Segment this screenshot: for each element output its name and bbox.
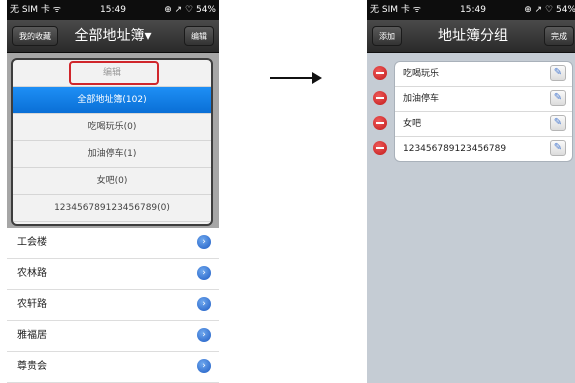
group-row[interactable]: 加油停车 ✎ (395, 87, 572, 112)
arrow-shaft (270, 77, 314, 79)
list-item[interactable]: 农轩路 › (7, 290, 219, 321)
dropdown-option[interactable]: 123456789123456789(0) (13, 195, 211, 222)
group-row[interactable]: 吃喝玩乐 ✎ (395, 62, 572, 87)
done-button[interactable]: 完成 (544, 26, 574, 46)
highlight-box (69, 61, 159, 85)
address-book-selector[interactable]: 全部地址簿▾ (47, 20, 179, 52)
minus-circle-icon[interactable] (373, 91, 387, 105)
list-item[interactable]: 尊贵会 › (7, 352, 219, 383)
phone-screen-left: 无 SIM 卡 ᯤ 15:49 ⊕ ↗ ♡ 54% 我的收藏 全部地址簿▾ 编辑… (7, 0, 219, 383)
group-row[interactable]: 123456789123456789 ✎ (395, 137, 572, 161)
list-item-label: 尊贵会 (17, 361, 47, 372)
pencil-icon[interactable]: ✎ (550, 65, 566, 81)
pencil-icon[interactable]: ✎ (550, 140, 566, 156)
dropdown-option-selected[interactable]: 全部地址簿(102) (13, 87, 211, 114)
navigation-bar: 添加 地址簿分组 完成 (367, 20, 575, 53)
group-list: 吃喝玩乐 ✎ 加油停车 ✎ 女吧 ✎ 123456789123456789 ✎ (394, 61, 573, 162)
chevron-right-icon[interactable]: › (197, 297, 211, 311)
list-item-label: 农林路 (17, 268, 47, 279)
dropdown-option[interactable]: 女吧(0) (13, 168, 211, 195)
arrow-right-icon (270, 72, 322, 84)
chevron-right-icon[interactable]: › (197, 359, 211, 373)
navigation-bar: 我的收藏 全部地址簿▾ 编辑 (7, 20, 219, 53)
list-item-label: 农轩路 (17, 299, 47, 310)
address-list: 工会楼 › 农林路 › 农轩路 › 雅福居 › 尊贵会 › (7, 228, 219, 383)
phone-screen-right: 无 SIM 卡 ᯤ 15:49 ⊕ ↗ ♡ 54% 添加 地址簿分组 完成 吃喝… (367, 0, 575, 383)
group-row[interactable]: 女吧 ✎ (395, 112, 572, 137)
pencil-icon[interactable]: ✎ (550, 90, 566, 106)
page-title: 地址簿分组 (438, 28, 508, 44)
list-item[interactable]: 雅福居 › (7, 321, 219, 352)
add-button[interactable]: 添加 (372, 26, 402, 46)
list-item-label: 雅福居 (17, 330, 47, 341)
list-item[interactable]: 工会楼 › (7, 228, 219, 259)
list-item-label: 工会楼 (17, 237, 47, 248)
chevron-right-icon[interactable]: › (197, 328, 211, 342)
edit-button[interactable]: 编辑 (184, 26, 214, 46)
status-icons: ⊕ ↗ ♡ 54% (524, 5, 575, 15)
status-bar: 无 SIM 卡 ᯤ 15:49 ⊕ ↗ ♡ 54% (7, 0, 219, 20)
list-item[interactable]: 农林路 › (7, 259, 219, 290)
status-icons: ⊕ ↗ ♡ 54% (164, 5, 216, 15)
arrow-head (312, 72, 322, 84)
group-label: 加油停车 (403, 94, 440, 104)
group-label: 女吧 (403, 119, 422, 129)
minus-circle-icon[interactable] (373, 66, 387, 80)
group-label: 吃喝玩乐 (403, 69, 440, 79)
pencil-icon[interactable]: ✎ (550, 115, 566, 131)
chevron-right-icon[interactable]: › (197, 235, 211, 249)
group-label: 123456789123456789 (403, 144, 507, 154)
dropdown-option[interactable]: 吃喝玩乐(0) (13, 114, 211, 141)
status-bar: 无 SIM 卡 ᯤ 15:49 ⊕ ↗ ♡ 54% (367, 0, 575, 20)
dropdown-option[interactable]: 加油停车(1) (13, 141, 211, 168)
chevron-right-icon[interactable]: › (197, 266, 211, 280)
minus-circle-icon[interactable] (373, 116, 387, 130)
minus-circle-icon[interactable] (373, 141, 387, 155)
